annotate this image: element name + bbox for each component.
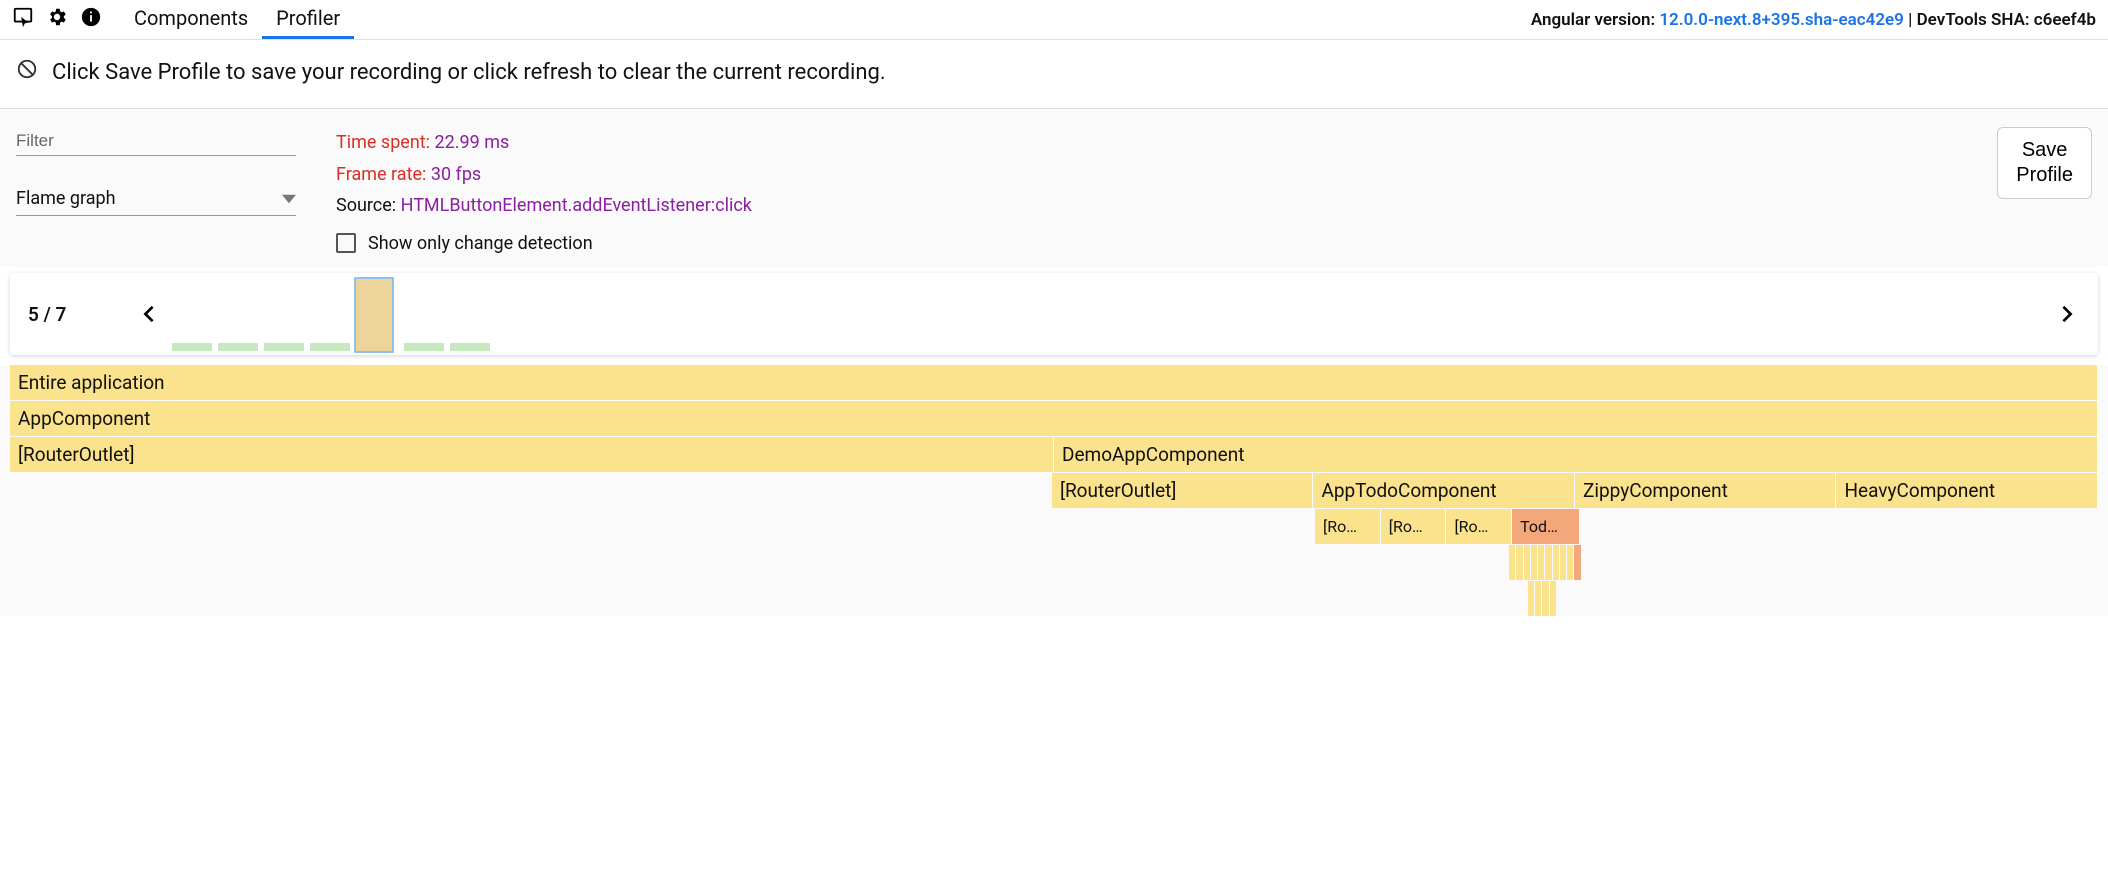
frame-rate-label: Frame rate:	[336, 164, 431, 185]
tabs: Components Profiler	[120, 0, 354, 39]
flame-tick[interactable]	[1550, 581, 1556, 616]
timeline-bar[interactable]	[218, 343, 258, 351]
flame-tick[interactable]	[1528, 581, 1534, 616]
topbar-icon-group	[12, 6, 102, 33]
flame-tick[interactable]	[1524, 545, 1530, 580]
flame-tick[interactable]	[1538, 545, 1544, 580]
prev-frame-button[interactable]	[136, 301, 162, 327]
source-label: Source:	[336, 195, 401, 216]
flame-tick[interactable]	[1531, 545, 1537, 580]
checkbox-label: Show only change detection	[368, 228, 593, 260]
flame-cell[interactable]: DemoAppComponent	[1054, 437, 2097, 472]
flame-row: [Ro…[Ro…[Ro…Tod…	[10, 509, 2098, 544]
flame-cell[interactable]: AppTodoComponent	[1313, 473, 1574, 508]
chevron-down-icon	[282, 192, 296, 206]
flame-tick[interactable]	[1553, 545, 1559, 580]
timeline-card: 5 / 7	[10, 273, 2098, 355]
version-label: Angular version:	[1531, 10, 1660, 30]
flame-cell[interactable]: [Ro…	[1446, 509, 1511, 544]
flame-row: AppComponent	[10, 401, 2098, 436]
frame-counter: 5 / 7	[28, 303, 66, 326]
flame-row: [RouterOutlet]DemoAppComponent	[10, 437, 2098, 472]
timeline-bar[interactable]	[264, 343, 304, 351]
inspect-icon[interactable]	[12, 6, 34, 33]
timeline-bar[interactable]	[310, 343, 350, 351]
flame-tick[interactable]	[1516, 545, 1522, 580]
flame-tick[interactable]	[1567, 545, 1573, 580]
flame-cell[interactable]: [RouterOutlet]	[10, 437, 1053, 472]
flame-tick[interactable]	[1560, 545, 1566, 580]
flame-cell[interactable]: [Ro…	[1381, 509, 1446, 544]
flame-cell[interactable]: AppComponent	[10, 401, 2097, 436]
tab-profiler[interactable]: Profiler	[262, 0, 354, 39]
flame-row: Entire application	[10, 365, 2098, 400]
tab-components[interactable]: Components	[120, 0, 262, 39]
version-value: 12.0.0-next.8+395.sha-eac42e9	[1659, 10, 1904, 30]
save-button-line1: Save	[2016, 138, 2073, 163]
change-detection-toggle[interactable]: Show only change detection	[336, 228, 752, 260]
instruction-text: Click Save Profile to save your recordin…	[52, 60, 886, 85]
flame-tick-row	[10, 581, 2098, 616]
flame-tick[interactable]	[1545, 545, 1551, 580]
flame-row: [RouterOutlet]AppTodoComponentZippyCompo…	[10, 473, 2098, 508]
view-select[interactable]: Flame graph	[16, 186, 296, 216]
flame-tick[interactable]	[1574, 545, 1580, 580]
controls-row: Flame graph Time spent: 22.99 ms Frame r…	[0, 109, 2108, 267]
timeline-bars[interactable]	[172, 275, 2044, 353]
flame-cell[interactable]: [Ro…	[1315, 509, 1380, 544]
flame-cell[interactable]: Entire application	[10, 365, 2097, 400]
frame-stats: Time spent: 22.99 ms Frame rate: 30 fps …	[336, 127, 752, 259]
checkbox-icon[interactable]	[336, 233, 356, 253]
source-value: HTMLButtonElement.addEventListener:click	[401, 195, 752, 216]
filter-input[interactable]	[16, 127, 296, 156]
flame-tick[interactable]	[1535, 581, 1541, 616]
instruction-bar: Click Save Profile to save your recordin…	[0, 40, 2108, 109]
version-divider: |	[1904, 10, 1917, 30]
flame-tick-row	[10, 545, 2098, 580]
gear-icon[interactable]	[46, 6, 68, 33]
info-icon[interactable]	[80, 6, 102, 33]
timeline-bar-selected[interactable]	[354, 277, 394, 353]
view-select-value: Flame graph	[16, 188, 116, 209]
timeline-bar[interactable]	[172, 343, 212, 351]
sha-label: DevTools SHA:	[1917, 10, 2034, 30]
time-spent-value: 22.99 ms	[435, 132, 510, 153]
left-controls: Flame graph	[16, 127, 296, 216]
flame-tick[interactable]	[1509, 545, 1515, 580]
flame-cell[interactable]: [RouterOutlet]	[1052, 473, 1313, 508]
no-entry-icon	[16, 58, 38, 86]
version-info: Angular version: 12.0.0-next.8+395.sha-e…	[1531, 10, 2096, 30]
topbar: Components Profiler Angular version: 12.…	[0, 0, 2108, 40]
time-spent-label: Time spent:	[336, 132, 435, 153]
save-button-line2: Profile	[2016, 163, 2073, 188]
next-frame-button[interactable]	[2054, 301, 2080, 327]
flame-cell[interactable]: HeavyComponent	[1836, 473, 2097, 508]
timeline-bar[interactable]	[404, 343, 444, 351]
flame-tick[interactable]	[1542, 581, 1548, 616]
frame-rate-value: 30 fps	[431, 164, 481, 185]
flame-cell[interactable]: ZippyComponent	[1575, 473, 1836, 508]
save-profile-button[interactable]: Save Profile	[1997, 127, 2092, 199]
timeline-bar[interactable]	[450, 343, 490, 351]
flame-graph: Entire applicationAppComponent[RouterOut…	[0, 365, 2108, 616]
flame-cell[interactable]: Tod…	[1512, 509, 1579, 544]
sha-value: c6eef4b	[2034, 10, 2096, 30]
